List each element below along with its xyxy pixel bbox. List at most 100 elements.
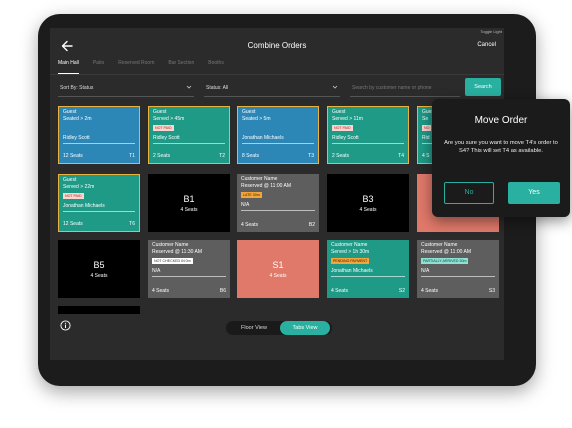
section-tabs: Main Hall Patio Reserved Room Bar Sectio… [58, 60, 238, 74]
search-button[interactable]: Search [465, 78, 501, 96]
table-seats: 12 Seats [63, 221, 83, 227]
table-status-text: Seated > 5m [242, 116, 271, 122]
tab-bar-section[interactable]: Bar Section [168, 60, 194, 74]
dialog-title: Move Order [474, 115, 528, 126]
status-badge: NO [422, 125, 432, 131]
table-code: T3 [308, 153, 314, 159]
table-tile[interactable]: Guest Served > 22m NOT PAID Jonathan Michae… [58, 174, 140, 232]
table-seats: 2 Seats [332, 153, 349, 159]
table-guest-label: Guest [153, 109, 167, 115]
table-tile[interactable]: Customer Name Served > 1h 30m PENDING PAYM… [327, 240, 409, 298]
dialog-message: Are you sure you want to move T4's order… [444, 140, 558, 154]
table-seats: 8 Seats [242, 153, 259, 159]
table-code: S2 [398, 288, 405, 294]
table-divider [242, 143, 314, 144]
table-divider [332, 143, 404, 144]
table-seats: 4 Seats [421, 288, 438, 294]
table-seats: 4 Seats [241, 222, 258, 228]
tabs-view-button[interactable]: Tabs View [280, 321, 330, 335]
table-code: T2 [219, 153, 225, 159]
table-tile[interactable]: B1 4 Seats [148, 174, 230, 232]
tab-patio[interactable]: Patio [93, 60, 104, 74]
table-tile[interactable]: B5 4 Seats [58, 240, 140, 298]
table-divider [241, 210, 315, 211]
table-divider [421, 276, 495, 277]
header: Combine Orders Cancel [50, 36, 504, 56]
table-code: T1 [129, 153, 135, 159]
table-customer-name: Jonathan Michaels [63, 203, 105, 209]
table-name: B1 [183, 194, 195, 204]
search-input[interactable] [352, 82, 456, 94]
table-tile[interactable]: Customer Name Reserved @ 11:00 AM PARTIALL… [417, 240, 499, 298]
table-tile[interactable]: S1 4 Seats [237, 240, 319, 298]
toggle-light-link[interactable]: Toggle Light [480, 29, 502, 34]
chevron-down-icon [186, 85, 192, 89]
sort-select[interactable]: Sort By: Status [58, 80, 194, 97]
table-tile[interactable]: Customer Name Reserved @ 11:00 AM LATE 30m… [237, 174, 319, 232]
table-tile[interactable]: B3 4 Seats [327, 174, 409, 232]
status-badge: PARTIALLY ARRIVED 30m [421, 258, 469, 264]
table-divider [63, 143, 135, 144]
table-seats: 4 Seats [269, 273, 287, 279]
no-button[interactable]: No [444, 182, 494, 204]
table-divider [153, 143, 225, 144]
table-guest-label: Customer Name [241, 176, 278, 182]
table-guest-label: Customer Name [421, 242, 458, 248]
table-status-text: Served > 22m [63, 184, 95, 190]
table-tile[interactable]: Guest Seated > 5m Jonathan Michaels 8 Seats… [237, 106, 319, 164]
chevron-down-icon [332, 85, 338, 89]
table-seats: 4 Seats [331, 288, 348, 294]
sort-select-value: Sort By: Status [60, 85, 94, 91]
table-divider [63, 211, 135, 212]
table-tile[interactable]: Guest Served > 11m NOT PAID Ridley Scott 2 S… [327, 106, 409, 164]
yes-button[interactable]: Yes [508, 182, 560, 204]
table-tile[interactable]: Customer Name Reserved @ 11:30 AM NOT CHEC… [148, 240, 230, 298]
table-customer-name: Jonathan Michaels [331, 268, 373, 274]
view-toggle: Floor View Tabs View [226, 321, 332, 335]
table-seats: 2 Seats [153, 153, 170, 159]
table-customer-name: N/A [421, 268, 430, 274]
status-badge: LATE 30m [241, 192, 262, 198]
table-guest-label: Guest [63, 109, 77, 115]
table-name: S1 [272, 260, 284, 270]
table-customer-name: Ridley Scott [63, 135, 90, 141]
table-customer-name: Jonathan Michaels [242, 135, 284, 141]
table-name: B3 [362, 194, 374, 204]
table-seats: 4 S [422, 153, 430, 159]
table-code: T6 [129, 221, 135, 227]
table-guest-label: Customer Name [331, 242, 368, 248]
floor-view-button[interactable]: Floor View [229, 321, 279, 335]
move-order-dialog: Move Order Are you sure you want to move… [432, 99, 570, 217]
table-customer-name: N/A [152, 268, 161, 274]
table-tile[interactable]: Guest Served > 45m NOT PAID Ridley Scott 2 S… [148, 106, 230, 164]
table-guest-label: Guest [63, 177, 77, 183]
table-guest-label: Customer Name [152, 242, 189, 248]
status-badge: NOT PAID [63, 193, 84, 199]
table-status-text: Seated > 2m [63, 116, 92, 122]
tab-main-hall[interactable]: Main Hall [58, 60, 79, 74]
status-select[interactable]: Status: All [204, 80, 340, 97]
table-code: S3 [488, 288, 495, 294]
table-customer-name: N/A [241, 202, 250, 208]
table-tile[interactable]: Guest Seated > 2m Ridley Scott 12 Seats T1 [58, 106, 140, 164]
table-divider [331, 276, 405, 277]
tab-booths[interactable]: Booths [208, 60, 224, 74]
table-status-text: Reserved @ 11:00 AM [421, 249, 472, 255]
info-icon[interactable] [60, 320, 71, 331]
cancel-button[interactable]: Cancel [477, 42, 496, 48]
page-title: Combine Orders [247, 41, 307, 50]
table-seats: 12 Seats [63, 153, 83, 159]
search-box [350, 80, 460, 97]
table-divider [152, 276, 226, 277]
status-select-value: Status: All [206, 85, 229, 91]
table-code: T4 [398, 153, 404, 159]
table-tile-partial [58, 306, 140, 314]
table-name: B5 [93, 260, 105, 270]
table-status-text: Served > 1h 30m [331, 249, 370, 255]
table-seats: 4 Seats [359, 207, 377, 213]
table-seats: 4 Seats [152, 288, 169, 294]
table-customer-name: Ridley Scott [153, 135, 180, 141]
tab-reserved-room[interactable]: Reserved Room [118, 60, 154, 74]
table-seats: 4 Seats [90, 273, 108, 279]
table-status-text: Served > 45m [153, 116, 185, 122]
